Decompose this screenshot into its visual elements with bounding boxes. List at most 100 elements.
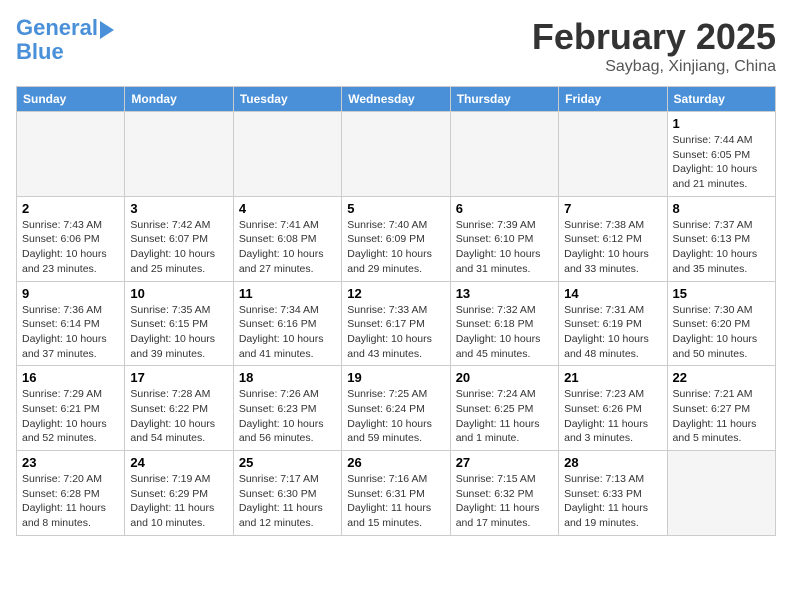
calendar-week-row: 2 Sunrise: 7:43 AM Sunset: 6:06 PM Daylig…	[17, 196, 776, 281]
day-number: 10	[130, 286, 227, 301]
day-number: 16	[22, 370, 119, 385]
day-info: Sunrise: 7:23 AM Sunset: 6:26 PM Dayligh…	[564, 387, 661, 446]
calendar-cell: 7 Sunrise: 7:38 AM Sunset: 6:12 PM Daylig…	[559, 196, 667, 281]
day-info: Sunrise: 7:19 AM Sunset: 6:29 PM Dayligh…	[130, 472, 227, 531]
calendar-cell: 25 Sunrise: 7:17 AM Sunset: 6:30 PM Dayli…	[233, 451, 341, 536]
day-info: Sunrise: 7:41 AM Sunset: 6:08 PM Dayligh…	[239, 218, 336, 277]
day-number: 20	[456, 370, 553, 385]
weekday-header: Saturday	[667, 87, 775, 112]
calendar-cell	[125, 112, 233, 197]
calendar-cell: 24 Sunrise: 7:19 AM Sunset: 6:29 PM Dayli…	[125, 451, 233, 536]
calendar-table: SundayMondayTuesdayWednesdayThursdayFrid…	[16, 86, 776, 536]
day-info: Sunrise: 7:42 AM Sunset: 6:07 PM Dayligh…	[130, 218, 227, 277]
calendar-cell: 3 Sunrise: 7:42 AM Sunset: 6:07 PM Daylig…	[125, 196, 233, 281]
calendar-cell: 12 Sunrise: 7:33 AM Sunset: 6:17 PM Dayli…	[342, 281, 450, 366]
day-info: Sunrise: 7:15 AM Sunset: 6:32 PM Dayligh…	[456, 472, 553, 531]
calendar-week-row: 9 Sunrise: 7:36 AM Sunset: 6:14 PM Daylig…	[17, 281, 776, 366]
calendar-cell: 18 Sunrise: 7:26 AM Sunset: 6:23 PM Dayli…	[233, 366, 341, 451]
day-number: 5	[347, 201, 444, 216]
day-info: Sunrise: 7:44 AM Sunset: 6:05 PM Dayligh…	[673, 133, 770, 192]
day-number: 19	[347, 370, 444, 385]
day-info: Sunrise: 7:29 AM Sunset: 6:21 PM Dayligh…	[22, 387, 119, 446]
day-number: 7	[564, 201, 661, 216]
calendar-cell: 9 Sunrise: 7:36 AM Sunset: 6:14 PM Daylig…	[17, 281, 125, 366]
day-number: 11	[239, 286, 336, 301]
day-number: 15	[673, 286, 770, 301]
calendar-cell: 14 Sunrise: 7:31 AM Sunset: 6:19 PM Dayli…	[559, 281, 667, 366]
day-info: Sunrise: 7:24 AM Sunset: 6:25 PM Dayligh…	[456, 387, 553, 446]
day-info: Sunrise: 7:38 AM Sunset: 6:12 PM Dayligh…	[564, 218, 661, 277]
weekday-header: Sunday	[17, 87, 125, 112]
calendar-cell: 4 Sunrise: 7:41 AM Sunset: 6:08 PM Daylig…	[233, 196, 341, 281]
day-number: 26	[347, 455, 444, 470]
day-number: 8	[673, 201, 770, 216]
calendar-cell	[667, 451, 775, 536]
day-info: Sunrise: 7:31 AM Sunset: 6:19 PM Dayligh…	[564, 303, 661, 362]
location: Saybag, Xinjiang, China	[532, 58, 776, 76]
weekday-header: Thursday	[450, 87, 558, 112]
day-number: 3	[130, 201, 227, 216]
day-info: Sunrise: 7:34 AM Sunset: 6:16 PM Dayligh…	[239, 303, 336, 362]
calendar-cell: 28Sunrise: 7:13 AM Sunset: 6:33 PM Dayli…	[559, 451, 667, 536]
day-number: 6	[456, 201, 553, 216]
day-info: Sunrise: 7:26 AM Sunset: 6:23 PM Dayligh…	[239, 387, 336, 446]
weekday-header: Friday	[559, 87, 667, 112]
day-info: Sunrise: 7:21 AM Sunset: 6:27 PM Dayligh…	[673, 387, 770, 446]
day-number: 22	[673, 370, 770, 385]
day-info: Sunrise: 7:25 AM Sunset: 6:24 PM Dayligh…	[347, 387, 444, 446]
calendar-cell: 23 Sunrise: 7:20 AM Sunset: 6:28 PM Dayli…	[17, 451, 125, 536]
calendar-cell: 19 Sunrise: 7:25 AM Sunset: 6:24 PM Dayli…	[342, 366, 450, 451]
day-info: Sunrise: 7:39 AM Sunset: 6:10 PM Dayligh…	[456, 218, 553, 277]
day-number: 25	[239, 455, 336, 470]
calendar-cell	[450, 112, 558, 197]
calendar-cell	[17, 112, 125, 197]
logo-arrow-icon	[100, 21, 114, 39]
day-info: Sunrise: 7:17 AM Sunset: 6:30 PM Dayligh…	[239, 472, 336, 531]
calendar-cell: 10 Sunrise: 7:35 AM Sunset: 6:15 PM Dayli…	[125, 281, 233, 366]
day-number: 24	[130, 455, 227, 470]
day-number: 12	[347, 286, 444, 301]
day-info: Sunrise: 7:43 AM Sunset: 6:06 PM Dayligh…	[22, 218, 119, 277]
calendar-week-row: 1 Sunrise: 7:44 AM Sunset: 6:05 PM Daylig…	[17, 112, 776, 197]
calendar-cell: 27 Sunrise: 7:15 AM Sunset: 6:32 PM Dayli…	[450, 451, 558, 536]
day-info: Sunrise: 7:20 AM Sunset: 6:28 PM Dayligh…	[22, 472, 119, 531]
calendar-week-row: 23 Sunrise: 7:20 AM Sunset: 6:28 PM Dayli…	[17, 451, 776, 536]
calendar-cell: 11 Sunrise: 7:34 AM Sunset: 6:16 PM Dayli…	[233, 281, 341, 366]
day-info: Sunrise: 7:33 AM Sunset: 6:17 PM Dayligh…	[347, 303, 444, 362]
day-info: Sunrise: 7:30 AM Sunset: 6:20 PM Dayligh…	[673, 303, 770, 362]
day-info: Sunrise: 7:28 AM Sunset: 6:22 PM Dayligh…	[130, 387, 227, 446]
weekday-header: Tuesday	[233, 87, 341, 112]
day-number: 18	[239, 370, 336, 385]
day-number: 14	[564, 286, 661, 301]
weekday-header: Monday	[125, 87, 233, 112]
day-number: 1	[673, 116, 770, 131]
day-info: Sunrise: 7:36 AM Sunset: 6:14 PM Dayligh…	[22, 303, 119, 362]
calendar-header-row: SundayMondayTuesdayWednesdayThursdayFrid…	[17, 87, 776, 112]
calendar-cell: 1 Sunrise: 7:44 AM Sunset: 6:05 PM Daylig…	[667, 112, 775, 197]
day-info: Sunrise: 7:16 AM Sunset: 6:31 PM Dayligh…	[347, 472, 444, 531]
day-number: 23	[22, 455, 119, 470]
page-header: General Blue February 2025 Saybag, Xinji…	[16, 16, 776, 76]
day-number: 2	[22, 201, 119, 216]
logo-text: General	[16, 16, 98, 40]
calendar-cell: 21Sunrise: 7:23 AM Sunset: 6:26 PM Dayli…	[559, 366, 667, 451]
day-info: Sunrise: 7:37 AM Sunset: 6:13 PM Dayligh…	[673, 218, 770, 277]
day-info: Sunrise: 7:35 AM Sunset: 6:15 PM Dayligh…	[130, 303, 227, 362]
calendar-cell: 13Sunrise: 7:32 AM Sunset: 6:18 PM Dayli…	[450, 281, 558, 366]
calendar-cell: 22 Sunrise: 7:21 AM Sunset: 6:27 PM Dayli…	[667, 366, 775, 451]
title-block: February 2025 Saybag, Xinjiang, China	[532, 16, 776, 76]
day-info: Sunrise: 7:13 AM Sunset: 6:33 PM Dayligh…	[564, 472, 661, 531]
logo-text2: Blue	[16, 40, 114, 64]
day-number: 9	[22, 286, 119, 301]
day-number: 27	[456, 455, 553, 470]
calendar-cell: 6 Sunrise: 7:39 AM Sunset: 6:10 PM Daylig…	[450, 196, 558, 281]
calendar-cell: 2 Sunrise: 7:43 AM Sunset: 6:06 PM Daylig…	[17, 196, 125, 281]
calendar-week-row: 16 Sunrise: 7:29 AM Sunset: 6:21 PM Dayli…	[17, 366, 776, 451]
calendar-cell	[559, 112, 667, 197]
calendar-cell	[233, 112, 341, 197]
calendar-cell: 16 Sunrise: 7:29 AM Sunset: 6:21 PM Dayli…	[17, 366, 125, 451]
day-number: 4	[239, 201, 336, 216]
calendar-cell: 8 Sunrise: 7:37 AM Sunset: 6:13 PM Daylig…	[667, 196, 775, 281]
day-info: Sunrise: 7:40 AM Sunset: 6:09 PM Dayligh…	[347, 218, 444, 277]
logo: General Blue	[16, 16, 114, 64]
